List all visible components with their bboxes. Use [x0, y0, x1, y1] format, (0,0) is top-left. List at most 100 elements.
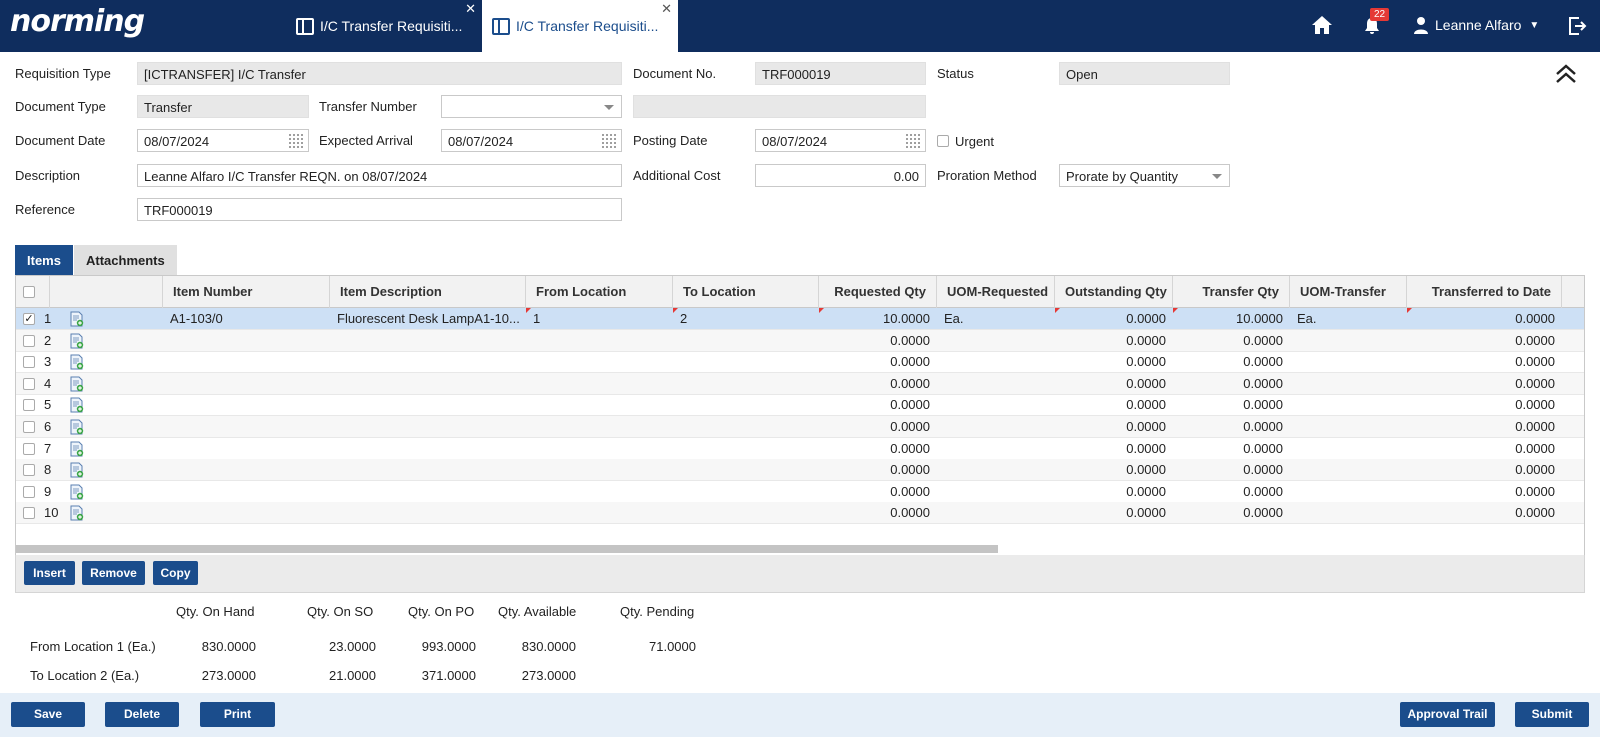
row-checkbox[interactable] [23, 464, 35, 477]
cell-to-location[interactable] [673, 351, 819, 373]
cell-item-description[interactable] [330, 502, 526, 524]
table-row[interactable]: 2 0.0000 0.0000 0.0000 0.0000 [16, 329, 1584, 352]
expected-arrival-input[interactable]: 08/07/2024 [441, 129, 622, 152]
horizontal-scrollbar[interactable] [16, 545, 998, 553]
cell-item-description[interactable] [330, 481, 526, 503]
cell-requested-qty[interactable]: 0.0000 [819, 373, 937, 395]
header-outstanding-qty[interactable]: Outstanding Qty [1055, 276, 1173, 308]
cell-to-location[interactable] [673, 459, 819, 481]
cell-to-location[interactable] [673, 481, 819, 503]
save-button[interactable]: Save [11, 702, 85, 727]
cell-item-description[interactable] [330, 330, 526, 352]
item-detail-icon[interactable] [70, 311, 84, 327]
cell-uom-requested[interactable]: Ea. [937, 308, 1055, 330]
cell-item-number[interactable] [163, 394, 330, 416]
tab-items[interactable]: Items [15, 245, 73, 275]
collapse-up-icon[interactable] [1553, 62, 1579, 86]
cell-transferred-to-date[interactable]: 0.0000 [1407, 438, 1562, 460]
proration-method-dropdown[interactable]: Prorate by Quantity [1059, 164, 1230, 187]
cell-to-location[interactable] [673, 330, 819, 352]
logout-icon[interactable] [1567, 15, 1587, 37]
cell-outstanding-qty[interactable]: 0.0000 [1055, 373, 1173, 395]
cell-from-location[interactable] [526, 438, 673, 460]
cell-to-location[interactable] [673, 502, 819, 524]
cell-uom-requested[interactable] [937, 330, 1055, 352]
cell-transferred-to-date[interactable]: 0.0000 [1407, 351, 1562, 373]
cell-uom-transfer[interactable] [1290, 330, 1407, 352]
table-row[interactable]: 6 0.0000 0.0000 0.0000 0.0000 [16, 416, 1584, 438]
table-row[interactable]: 9 0.0000 0.0000 0.0000 0.0000 [16, 481, 1584, 503]
cell-requested-qty[interactable]: 10.0000 [819, 308, 937, 330]
cell-uom-transfer[interactable] [1290, 459, 1407, 481]
cell-from-location[interactable] [526, 330, 673, 352]
cell-uom-transfer[interactable] [1290, 438, 1407, 460]
cell-transferred-to-date[interactable]: 0.0000 [1407, 459, 1562, 481]
cell-from-location[interactable] [526, 416, 673, 438]
cell-outstanding-qty[interactable]: 0.0000 [1055, 330, 1173, 352]
cell-from-location[interactable] [526, 502, 673, 524]
cell-item-number[interactable] [163, 330, 330, 352]
cell-uom-requested[interactable] [937, 481, 1055, 503]
cell-from-location[interactable] [526, 394, 673, 416]
cell-uom-requested[interactable] [937, 351, 1055, 373]
submit-button[interactable]: Submit [1515, 702, 1589, 727]
cell-outstanding-qty[interactable]: 0.0000 [1055, 438, 1173, 460]
urgent-checkbox[interactable] [937, 135, 949, 147]
header-requested-qty[interactable]: Requested Qty [819, 276, 937, 308]
cell-requested-qty[interactable]: 0.0000 [819, 481, 937, 503]
header-item-description[interactable]: Item Description [330, 276, 526, 308]
cell-item-description[interactable]: Fluorescent Desk LampA1-10... [330, 308, 526, 330]
cell-item-number[interactable] [163, 416, 330, 438]
cell-item-description[interactable] [330, 438, 526, 460]
cell-transfer-qty[interactable]: 0.0000 [1173, 502, 1290, 524]
cell-to-location[interactable] [673, 394, 819, 416]
row-checkbox[interactable] [23, 334, 35, 347]
cell-transfer-qty[interactable]: 0.0000 [1173, 481, 1290, 503]
row-checkbox[interactable]: ✓ [23, 313, 35, 325]
print-button[interactable]: Print [200, 702, 275, 727]
cell-transfer-qty[interactable]: 0.0000 [1173, 330, 1290, 352]
cell-requested-qty[interactable]: 0.0000 [819, 330, 937, 352]
table-row[interactable]: ✓ 1 A1-103/0 Fluorescent Desk LampA1-10... 1… [16, 308, 1584, 330]
tab-attachments[interactable]: Attachments [74, 245, 177, 275]
cell-transferred-to-date[interactable]: 0.0000 [1407, 394, 1562, 416]
item-detail-icon[interactable] [70, 462, 84, 478]
cell-requested-qty[interactable]: 0.0000 [819, 438, 937, 460]
header-uom-transfer[interactable]: UOM-Transfer [1290, 276, 1407, 308]
user-menu[interactable]: Leanne Alfaro ▼ [1413, 16, 1539, 34]
cell-from-location[interactable]: 1 [526, 308, 673, 330]
remove-button[interactable]: Remove [82, 561, 145, 585]
cell-from-location[interactable] [526, 481, 673, 503]
cell-requested-qty[interactable]: 0.0000 [819, 502, 937, 524]
cell-transferred-to-date[interactable]: 0.0000 [1407, 502, 1562, 524]
row-checkbox[interactable] [23, 485, 35, 498]
cell-transfer-qty[interactable]: 10.0000 [1173, 308, 1290, 330]
cell-uom-requested[interactable] [937, 373, 1055, 395]
calendar-icon[interactable] [289, 134, 304, 148]
table-row[interactable]: 10 0.0000 0.0000 0.0000 0.0000 [16, 502, 1584, 525]
cell-item-number[interactable] [163, 502, 330, 524]
cell-outstanding-qty[interactable]: 0.0000 [1055, 351, 1173, 373]
cell-item-description[interactable] [330, 459, 526, 481]
cell-transfer-qty[interactable]: 0.0000 [1173, 394, 1290, 416]
header-uom-requested[interactable]: UOM-Requested [937, 276, 1055, 308]
document-date-input[interactable]: 08/07/2024 [137, 129, 309, 152]
item-detail-icon[interactable] [70, 419, 84, 435]
reference-input[interactable]: TRF000019 [137, 198, 622, 221]
header-transfer-qty[interactable]: Transfer Qty [1173, 276, 1290, 308]
close-tab-icon[interactable]: ✕ [661, 1, 672, 17]
cell-transferred-to-date[interactable]: 0.0000 [1407, 416, 1562, 438]
table-row[interactable]: 3 0.0000 0.0000 0.0000 0.0000 [16, 351, 1584, 374]
cell-transferred-to-date[interactable]: 0.0000 [1407, 330, 1562, 352]
cell-transfer-qty[interactable]: 0.0000 [1173, 438, 1290, 460]
cell-item-number[interactable] [163, 459, 330, 481]
cell-from-location[interactable] [526, 459, 673, 481]
row-checkbox[interactable] [23, 356, 35, 369]
cell-uom-transfer[interactable] [1290, 416, 1407, 438]
item-detail-icon[interactable] [70, 376, 84, 392]
cell-outstanding-qty[interactable]: 0.0000 [1055, 459, 1173, 481]
description-input[interactable]: Leanne Alfaro I/C Transfer REQN. on 08/0… [137, 164, 622, 187]
cell-transferred-to-date[interactable]: 0.0000 [1407, 308, 1562, 330]
cell-item-number[interactable] [163, 373, 330, 395]
cell-to-location[interactable] [673, 373, 819, 395]
